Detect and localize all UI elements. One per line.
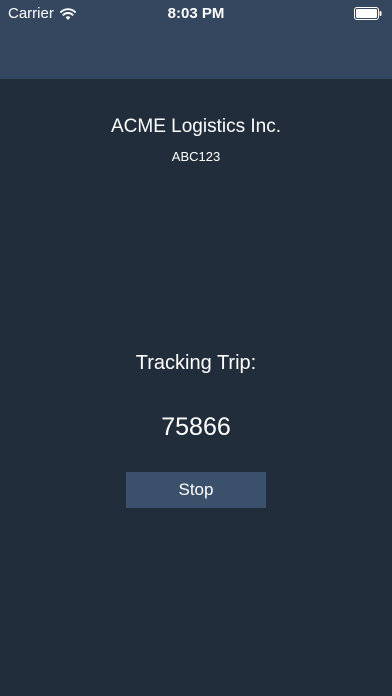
battery-icon — [354, 7, 382, 20]
tracking-trip-label: Tracking Trip: — [135, 352, 257, 374]
company-code: ABC123 — [171, 149, 221, 164]
stop-button[interactable]: Stop — [126, 472, 266, 508]
trip-number: 75866 — [161, 413, 231, 441]
status-time: 8:03 PM — [167, 5, 225, 22]
company-name: ACME Logistics Inc. — [111, 116, 281, 137]
status-bar: Carrier 8:03 PM — [0, 0, 392, 28]
